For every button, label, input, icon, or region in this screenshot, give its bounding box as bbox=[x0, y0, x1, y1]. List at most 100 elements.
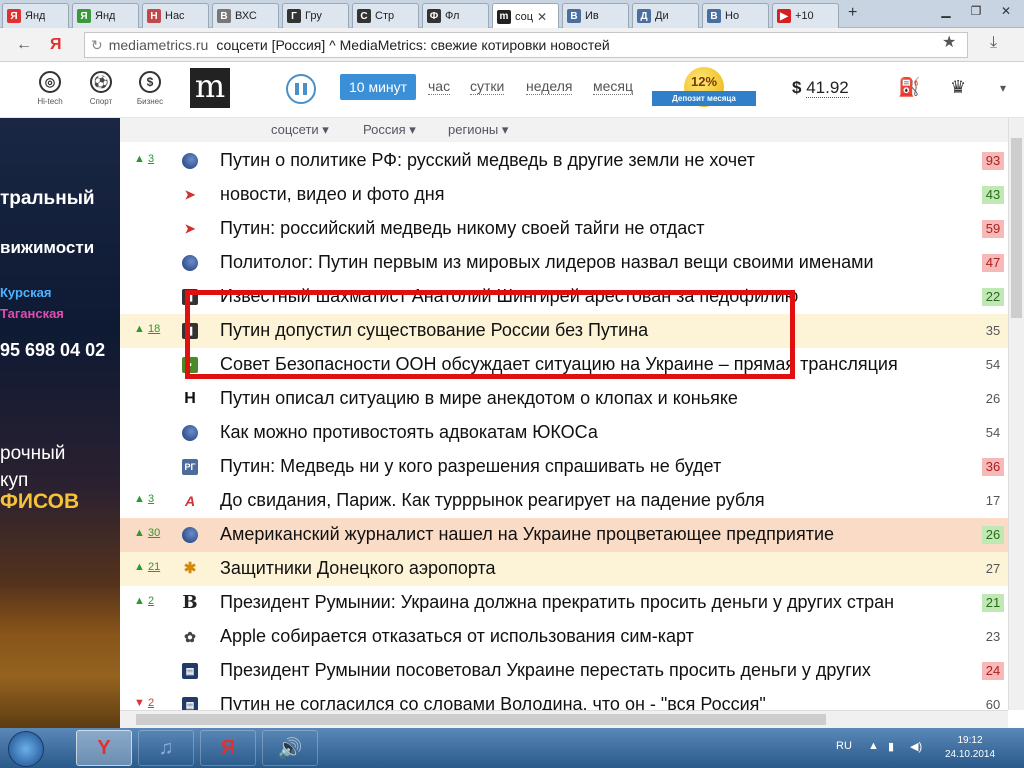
news-row[interactable]: Н Путин описал ситуацию в мире анекдотом … bbox=[120, 382, 1008, 416]
browser-tab[interactable]: Я Янд bbox=[2, 3, 69, 28]
browser-tab[interactable]: С Стр bbox=[352, 3, 419, 28]
news-title[interactable]: Путин о политике РФ: русский медведь в д… bbox=[220, 150, 955, 171]
minimize-button[interactable]: ▁ bbox=[932, 2, 960, 20]
source-globe-icon[interactable] bbox=[182, 255, 198, 271]
browser-tab[interactable]: Я Янд bbox=[72, 3, 139, 28]
news-row[interactable]: ▲ 2 B Президент Румынии: Украина должна пр… bbox=[120, 586, 1008, 620]
dollar-rate[interactable]: $ 41.92 bbox=[792, 78, 849, 98]
vertical-scrollbar[interactable] bbox=[1008, 118, 1024, 710]
browser-tab[interactable]: ▶ +10 bbox=[772, 3, 839, 28]
more-menu-icon[interactable]: ▾ bbox=[1000, 81, 1006, 95]
news-title[interactable]: Как можно противостоять адвокатам ЮКОСа bbox=[220, 422, 955, 443]
news-row[interactable]: Политолог: Путин первым из мировых лидер… bbox=[120, 246, 1008, 280]
browser-tab[interactable]: В Ив bbox=[562, 3, 629, 28]
address-field[interactable]: ↻ mediametrics.ru соцсети [Россия] ^ Med… bbox=[84, 32, 968, 58]
category-business[interactable]: $ Бизнес bbox=[130, 71, 170, 106]
news-row[interactable]: ➤ Путин: российский медведь никому своей … bbox=[120, 212, 1008, 246]
source-doc-icon[interactable]: ▤ bbox=[182, 697, 198, 710]
news-row[interactable]: ▤ Президент Румынии посоветовал Украине п… bbox=[120, 654, 1008, 688]
category-sport[interactable]: ⚽ Спорт bbox=[81, 71, 121, 106]
tray-arrow-icon[interactable]: ▲ bbox=[868, 740, 879, 752]
network-icon[interactable]: ▮ bbox=[888, 740, 894, 753]
browser-tab[interactable]: В Но bbox=[702, 3, 769, 28]
news-row[interactable]: ▲ 3 Путин о политике РФ: русский медведь … bbox=[120, 144, 1008, 178]
horizontal-scrollbar[interactable] bbox=[120, 710, 1008, 728]
yandex-app-icon[interactable]: Я bbox=[200, 730, 256, 766]
source-rg-icon[interactable]: РГ bbox=[182, 459, 198, 475]
pause-button[interactable] bbox=[286, 74, 316, 104]
news-title[interactable]: Американский журналист нашел на Украине … bbox=[220, 524, 955, 545]
news-title[interactable]: До свидания, Париж. Как турррынок реагир… bbox=[220, 490, 955, 511]
period-hour[interactable]: час bbox=[428, 78, 451, 95]
news-title[interactable]: Политолог: Путин первым из мировых лидер… bbox=[220, 252, 955, 273]
period-10min[interactable]: 10 минут bbox=[340, 74, 417, 100]
filter-russia[interactable]: Россия ▾ bbox=[363, 122, 416, 138]
news-title[interactable]: Президент Румынии: Украина должна прекра… bbox=[220, 592, 955, 613]
crown-icon[interactable]: ♛ bbox=[950, 77, 966, 98]
deposit-badge[interactable]: 12% Депозит месяца bbox=[652, 67, 756, 111]
source-globe-icon[interactable] bbox=[182, 527, 198, 543]
ad-banner[interactable]: тральный вижимости Курская Таганская 95 … bbox=[0, 118, 120, 728]
maximize-button[interactable]: ❐ bbox=[962, 2, 990, 20]
source-bb-icon[interactable]: B bbox=[182, 594, 198, 612]
scroll-thumb[interactable] bbox=[1011, 138, 1022, 318]
browser-tab[interactable]: Н Нас bbox=[142, 3, 209, 28]
music-app-icon[interactable]: ♫ bbox=[138, 730, 194, 766]
category-hitech[interactable]: ◎ Hi-tech bbox=[30, 71, 70, 106]
filter-regions[interactable]: регионы ▾ bbox=[448, 122, 508, 138]
source-globe-icon[interactable] bbox=[182, 153, 198, 169]
volume-icon[interactable]: ◀) bbox=[910, 740, 922, 753]
volume-app-icon[interactable]: 🔊 bbox=[262, 730, 318, 766]
news-title[interactable]: Защитники Донецкого аэропорта bbox=[220, 558, 955, 579]
source-bird-icon[interactable]: ➤ bbox=[182, 221, 198, 237]
source-gear-icon[interactable]: ✿ bbox=[182, 629, 198, 645]
news-title[interactable]: Путин не согласился со словами Володина,… bbox=[220, 694, 955, 710]
news-title[interactable]: Путин описал ситуацию в мире анекдотом о… bbox=[220, 388, 955, 409]
tab-label: соц bbox=[515, 10, 534, 23]
period-month[interactable]: месяц bbox=[593, 78, 634, 95]
back-icon[interactable]: ← bbox=[16, 36, 32, 54]
source-nn-icon[interactable]: Н bbox=[182, 391, 198, 407]
close-window-button[interactable]: ✕ bbox=[992, 2, 1020, 20]
new-tab-button[interactable]: + bbox=[848, 4, 857, 22]
oil-icon[interactable]: ⛽ bbox=[898, 77, 920, 98]
browser-tab[interactable]: m соц ✕ bbox=[492, 3, 559, 29]
source-doc-icon[interactable]: ▤ bbox=[182, 663, 198, 679]
news-title[interactable]: Путин: Медведь ни у кого разрешения спра… bbox=[220, 456, 955, 477]
news-title[interactable]: Президент Румынии посоветовал Украине пе… bbox=[220, 660, 955, 681]
news-row[interactable]: ▲ 3 A До свидания, Париж. Как турррынок ре… bbox=[120, 484, 1008, 518]
news-row[interactable]: ➤ новости, видео и фото дня 43 bbox=[120, 178, 1008, 212]
news-title[interactable]: Путин: российский медведь никому своей т… bbox=[220, 218, 955, 239]
news-row[interactable]: ✿ Apple собирается отказаться от использо… bbox=[120, 620, 1008, 654]
filter-socials[interactable]: соцсети ▾ bbox=[271, 122, 329, 138]
reload-icon[interactable]: ↻ bbox=[91, 37, 103, 54]
browser-tab[interactable]: Г Гру bbox=[282, 3, 349, 28]
source-aa-icon[interactable]: A bbox=[182, 493, 198, 509]
period-day[interactable]: сутки bbox=[470, 78, 505, 95]
browser-tab[interactable]: В ВХС bbox=[212, 3, 279, 28]
period-week[interactable]: неделя bbox=[526, 78, 573, 95]
source-bird-icon[interactable]: ➤ bbox=[182, 187, 198, 203]
yandex-browser-app[interactable]: Y bbox=[76, 730, 132, 766]
news-title[interactable]: новости, видео и фото дня bbox=[220, 184, 955, 205]
browser-tab[interactable]: Ф Фл bbox=[422, 3, 489, 28]
scroll-thumb[interactable] bbox=[136, 714, 826, 725]
news-row[interactable]: Как можно противостоять адвокатам ЮКОСа 5… bbox=[120, 416, 1008, 450]
news-row[interactable]: ▼ 2 ▤ Путин не согласился со словами Волод… bbox=[120, 688, 1008, 710]
news-row[interactable]: ▲ 30 Американский журналист нашел на Укра… bbox=[120, 518, 1008, 552]
source-star-icon[interactable]: ✱ bbox=[182, 561, 198, 577]
bookmark-star-icon[interactable]: ★ bbox=[942, 32, 956, 52]
tab-label: Ив bbox=[585, 10, 599, 22]
news-row[interactable]: РГ Путин: Медведь ни у кого разрешения сп… bbox=[120, 450, 1008, 484]
source-globe-icon[interactable] bbox=[182, 425, 198, 441]
clock[interactable]: 19:12 24.10.2014 bbox=[940, 734, 1000, 762]
tab-close-icon[interactable]: ✕ bbox=[537, 10, 547, 24]
start-button[interactable] bbox=[8, 731, 44, 767]
yandex-icon[interactable]: Я bbox=[50, 36, 62, 54]
site-logo[interactable]: m bbox=[190, 68, 230, 108]
news-row[interactable]: ▲ 21 ✱ Защитники Донецкого аэропорта 27 bbox=[120, 552, 1008, 586]
browser-tab[interactable]: Д Ди bbox=[632, 3, 699, 28]
news-title[interactable]: Apple собирается отказаться от использов… bbox=[220, 626, 955, 647]
download-icon[interactable]: ⤓ bbox=[990, 34, 997, 52]
language-indicator[interactable]: RU bbox=[836, 740, 852, 752]
